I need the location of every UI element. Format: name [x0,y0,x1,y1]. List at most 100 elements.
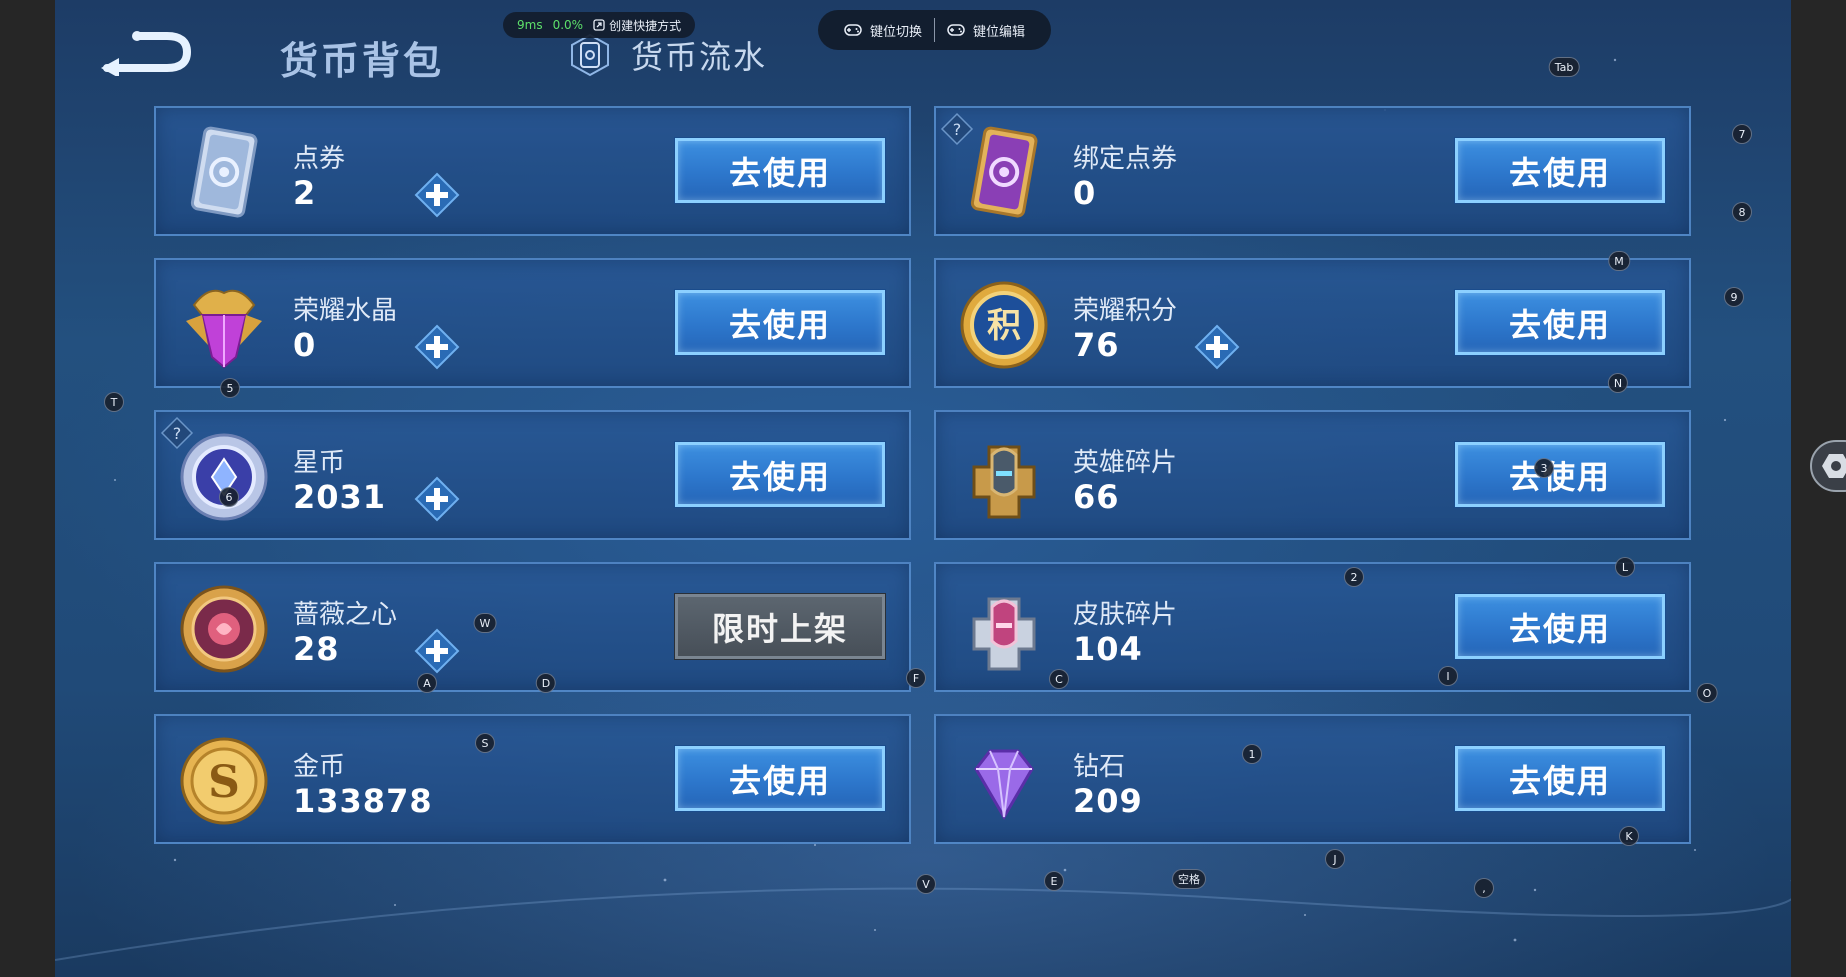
use-button[interactable]: 去使用 [675,442,885,507]
add-plus-icon[interactable] [414,172,460,218]
gamepad-icon [844,24,862,36]
cpu-readout: 0.0% [552,18,584,32]
use-button[interactable]: 去使用 [1455,594,1665,659]
page-title-currency-bag[interactable]: 货币背包 [280,30,444,85]
gamepad-edit-icon [947,24,965,36]
currency-value: 2031 [293,478,387,516]
keymap-marker: 7 [1732,124,1752,144]
keymap-marker: 5 [220,378,240,398]
currency-name: 绑定点券 [1073,144,1178,174]
use-button[interactable]: 去使用 [1455,138,1665,203]
gold-coin-icon: S [180,737,268,825]
diamond-icon [974,749,1034,820]
currency-card-glory-points: 积 荣耀积分 76 去使用 [934,258,1691,388]
currency-card-diamond: 钻石 209 去使用 [934,714,1691,844]
skin-fragment-icon [972,597,1036,671]
currency-value: 104 [1073,630,1143,668]
currency-name: 荣耀水晶 [293,296,398,326]
create-shortcut-button[interactable]: 创建快捷方式 [593,17,681,34]
currency-name: 点券 [293,144,346,174]
use-button[interactable]: 去使用 [675,746,885,811]
back-button[interactable] [97,28,193,78]
tab-currency-flow-label: 货币流水 [631,38,768,76]
glory-points-coin-icon: 积 [960,281,1048,369]
svg-text:S: S [208,757,240,808]
key-switch-button[interactable]: 键位切换 [832,21,934,40]
keymap-marker: K [1619,826,1639,846]
use-button[interactable]: 去使用 [1455,442,1665,507]
glory-crystal-icon [186,289,262,369]
keymap-marker: 2 [1344,567,1364,587]
currency-value: 28 [293,630,340,668]
tab-currency-flow[interactable]: 货币流水 [567,32,767,78]
keymap-marker: N [1607,373,1629,393]
rose-heart-icon [180,585,268,673]
currency-card-coupon: 点券 2 去使用 [154,106,911,236]
keymap-marker: 6 [219,487,239,507]
keymap-marker: F [906,668,926,688]
currency-card-rose-heart: 蔷薇之心 28 限时上架 [154,562,911,692]
currency-card-glory-crystal: 荣耀水晶 0 去使用 [154,258,911,388]
use-button[interactable]: 去使用 [1455,746,1665,811]
keymap-marker: T [104,392,124,412]
keymap-marker: 9 [1724,287,1744,307]
keymap-marker: E [1044,871,1064,891]
currency-name: 钻石 [1073,752,1126,782]
keymap-marker: 3 [1534,458,1554,478]
key-switch-label: 键位切换 [870,24,923,40]
currency-name: 蔷薇之心 [293,600,398,630]
use-button[interactable]: 去使用 [675,290,885,355]
use-button[interactable]: 去使用 [675,138,885,203]
keymap-marker: W [473,613,497,633]
currency-value: 133878 [293,782,433,820]
keymap-marker: S [475,733,495,753]
currency-card-skin-fragment: 皮肤碎片 104 去使用 [934,562,1691,692]
keymap-marker: A [417,673,437,693]
floating-settings-button[interactable] [1810,440,1846,492]
keymap-marker: 空格 [1172,869,1206,889]
ticket-card-icon [190,126,258,218]
ping-readout: 9ms [517,18,543,32]
hexagon-settings-icon [1822,454,1846,478]
currency-card-star-coin: ? 星币 2031 去使用 [154,410,911,540]
hero-fragment-icon [972,445,1036,519]
key-edit-label: 键位编辑 [973,24,1026,40]
key-edit-button[interactable]: 键位编辑 [935,21,1037,40]
currency-value: 66 [1073,478,1120,516]
keymap-marker: 8 [1732,202,1752,222]
currency-name: 荣耀积分 [1073,296,1178,326]
currency-name: 英雄碎片 [1073,448,1178,478]
keymap-marker: , [1474,878,1494,898]
currency-name: 星币 [293,448,346,478]
keymap-marker: 1 [1242,744,1262,764]
currency-card-bound-coupon: ? 绑定点券 0 去使用 [934,106,1691,236]
currency-flow-icon [571,33,609,77]
game-viewport: 货币背包 货币流水 点券 2 去使用 ? 绑定点券 0 去使用 荣耀水晶 0 去… [55,0,1791,977]
keymap-marker: O [1696,683,1718,703]
use-button[interactable]: 去使用 [1455,290,1665,355]
keymap-marker: L [1615,557,1635,577]
currency-value: 2 [293,174,317,212]
currency-name: 金币 [293,752,346,782]
add-plus-icon[interactable] [414,476,460,522]
currency-value: 0 [293,326,317,364]
create-shortcut-label: 创建快捷方式 [609,18,682,33]
back-arrow-icon [101,31,192,78]
currency-value: 209 [1073,782,1143,820]
shortcut-icon [593,19,605,31]
bound-ticket-card-icon [970,126,1038,218]
svg-text:积: 积 [987,306,1021,346]
add-plus-icon[interactable] [1194,324,1240,370]
keymap-marker: I [1438,666,1458,686]
currency-card-gold: S 金币 133878 去使用 [154,714,911,844]
keymap-marker: J [1325,849,1345,869]
currency-card-hero-fragment: 英雄碎片 66 去使用 [934,410,1691,540]
keymap-toolbar: 键位切换 键位编辑 [818,10,1052,50]
keymap-marker: M [1608,251,1630,271]
limited-time-button[interactable]: 限时上架 [675,594,885,659]
currency-name: 皮肤碎片 [1073,600,1178,630]
add-plus-icon[interactable] [414,324,460,370]
add-plus-icon[interactable] [414,628,460,674]
currency-value: 76 [1073,326,1120,364]
keymap-marker: V [916,874,936,894]
